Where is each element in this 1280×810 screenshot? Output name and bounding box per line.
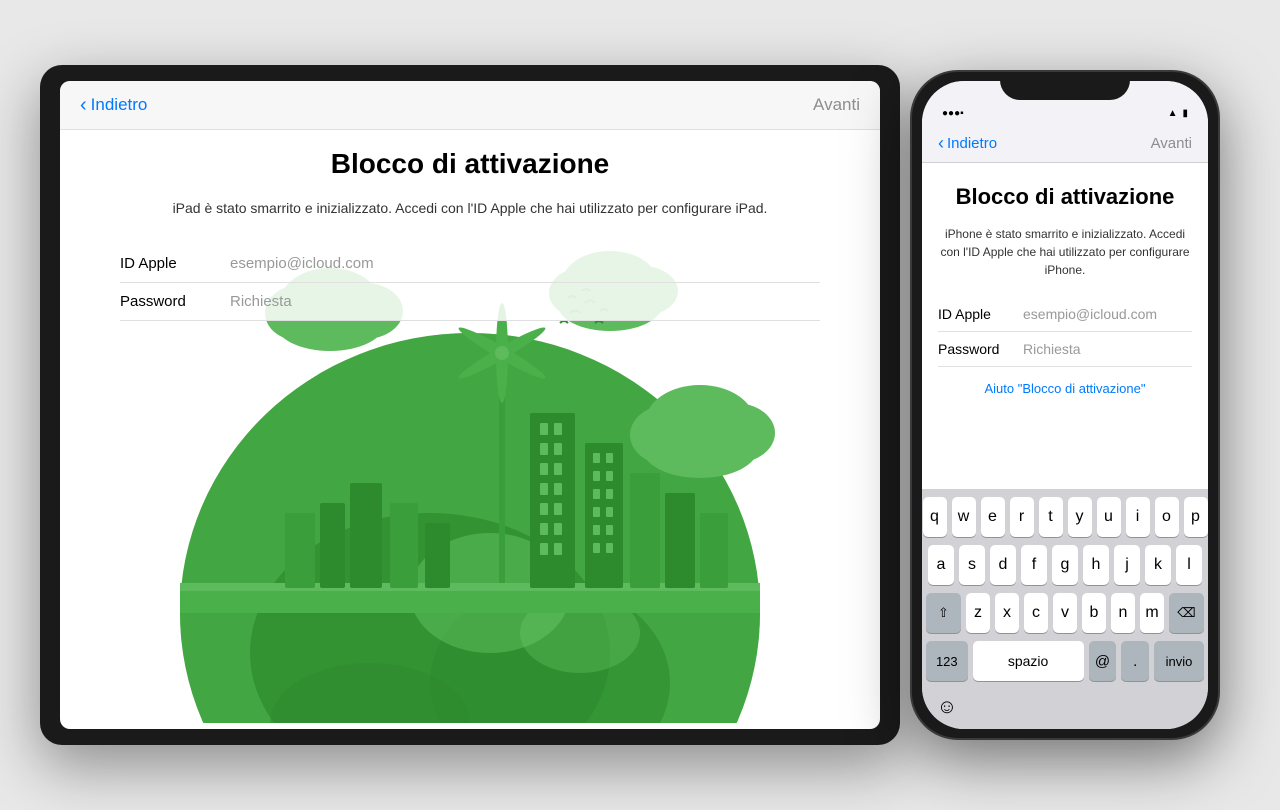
space-key[interactable]: spazio xyxy=(973,641,1084,681)
password-row: Password Richiesta xyxy=(120,283,820,321)
key-q[interactable]: q xyxy=(923,497,947,537)
keyboard-row-2: a s d f g h j k l xyxy=(926,545,1204,585)
apple-id-label: ID Apple xyxy=(120,255,230,272)
tablet-form: ID Apple esempio@icloud.com Password Ric… xyxy=(120,245,820,321)
phone-password-label: Password xyxy=(938,341,1023,357)
apple-id-row: ID Apple esempio@icloud.com xyxy=(120,245,820,283)
keyboard-row-3: ⇧ z x c v b n m ⌫ xyxy=(926,593,1204,633)
key-t[interactable]: t xyxy=(1039,497,1063,537)
shift-key[interactable]: ⇧ xyxy=(926,593,961,633)
tablet-screen: ‹ Indietro Avanti Blocco di attivazione … xyxy=(60,81,880,729)
chevron-left-icon: ‹ xyxy=(80,95,87,115)
numbers-key[interactable]: 123 xyxy=(926,641,968,681)
key-s[interactable]: s xyxy=(959,545,985,585)
key-e[interactable]: e xyxy=(981,497,1005,537)
key-f[interactable]: f xyxy=(1021,545,1047,585)
wifi-icon: ▲ xyxy=(1168,108,1178,119)
key-v[interactable]: v xyxy=(1053,593,1077,633)
phone-title: Blocco di attivazione xyxy=(938,183,1192,211)
delete-key[interactable]: ⌫ xyxy=(1169,593,1204,633)
phone-description: iPhone è stato smarrito e inizializzato.… xyxy=(938,225,1192,279)
tablet-description: iPad è stato smarrito e inizializzato. A… xyxy=(140,198,800,219)
at-key[interactable]: @ xyxy=(1089,641,1117,681)
phone-back-button[interactable]: ‹ Indietro xyxy=(938,133,997,154)
tablet-content: Blocco di attivazione iPad è stato smarr… xyxy=(60,130,880,723)
phone-content: Blocco di attivazione iPhone è stato sma… xyxy=(922,163,1208,489)
phone-notch xyxy=(1000,72,1130,100)
apple-id-input[interactable]: esempio@icloud.com xyxy=(230,255,820,272)
phone-apple-id-input[interactable]: esempio@icloud.com xyxy=(1023,306,1192,322)
phone-nav: ‹ Indietro Avanti xyxy=(922,125,1208,163)
phone-next-label: Avanti xyxy=(1151,135,1192,152)
phone-apple-id-label: ID Apple xyxy=(938,306,1023,322)
tablet: ‹ Indietro Avanti Blocco di attivazione … xyxy=(40,65,900,745)
key-w[interactable]: w xyxy=(952,497,976,537)
key-c[interactable]: c xyxy=(1024,593,1048,633)
key-d[interactable]: d xyxy=(990,545,1016,585)
keyboard-emoji-row: ☺ xyxy=(926,689,1204,725)
keyboard-row-1: q w e r t y u i o p xyxy=(926,497,1204,537)
phone-activation-lock-link[interactable]: Aiuto "Blocco di attivazione" xyxy=(938,381,1192,396)
key-g[interactable]: g xyxy=(1052,545,1078,585)
phone-password-row: Password Richiesta xyxy=(938,332,1192,367)
phone-signal-icon: ●●●▪ xyxy=(942,108,964,119)
keyboard-row-4: 123 spazio @ . invio xyxy=(926,641,1204,681)
tablet-back-label: Indietro xyxy=(91,95,148,115)
key-i[interactable]: i xyxy=(1126,497,1150,537)
phone-status-icons: ▲ ▮ xyxy=(1168,108,1188,119)
phone-screen: ●●●▪ ▲ ▮ ‹ Indietro Avanti Blocco di att… xyxy=(922,81,1208,729)
key-h[interactable]: h xyxy=(1083,545,1109,585)
phone-password-input[interactable]: Richiesta xyxy=(1023,341,1192,357)
tablet-title: Blocco di attivazione xyxy=(60,148,880,180)
key-p[interactable]: p xyxy=(1184,497,1208,537)
key-l[interactable]: l xyxy=(1176,545,1202,585)
key-b[interactable]: b xyxy=(1082,593,1106,633)
phone: ●●●▪ ▲ ▮ ‹ Indietro Avanti Blocco di att… xyxy=(910,70,1220,740)
key-k[interactable]: k xyxy=(1145,545,1171,585)
phone-back-label: Indietro xyxy=(947,135,997,152)
phone-chevron-left-icon: ‹ xyxy=(938,133,944,154)
emoji-key[interactable]: ☺ xyxy=(934,693,960,721)
phone-next-button[interactable]: Avanti xyxy=(1151,135,1192,152)
dot-key[interactable]: . xyxy=(1121,641,1149,681)
phone-apple-id-row: ID Apple esempio@icloud.com xyxy=(938,297,1192,332)
tablet-back-button[interactable]: ‹ Indietro xyxy=(80,95,147,115)
key-x[interactable]: x xyxy=(995,593,1019,633)
tablet-nav: ‹ Indietro Avanti xyxy=(60,81,880,130)
key-n[interactable]: n xyxy=(1111,593,1135,633)
tablet-next-label: Avanti xyxy=(813,95,860,114)
key-m[interactable]: m xyxy=(1140,593,1164,633)
key-a[interactable]: a xyxy=(928,545,954,585)
key-r[interactable]: r xyxy=(1010,497,1034,537)
tablet-next-button[interactable]: Avanti xyxy=(813,95,860,115)
key-o[interactable]: o xyxy=(1155,497,1179,537)
battery-icon: ▮ xyxy=(1182,108,1188,119)
key-z[interactable]: z xyxy=(966,593,990,633)
password-input[interactable]: Richiesta xyxy=(230,293,820,310)
key-j[interactable]: j xyxy=(1114,545,1140,585)
phone-form: ID Apple esempio@icloud.com Password Ric… xyxy=(938,297,1192,367)
return-key[interactable]: invio xyxy=(1154,641,1204,681)
phone-keyboard: q w e r t y u i o p a s d f g h j k xyxy=(922,489,1208,729)
password-label: Password xyxy=(120,293,230,310)
key-u[interactable]: u xyxy=(1097,497,1121,537)
key-y[interactable]: y xyxy=(1068,497,1092,537)
